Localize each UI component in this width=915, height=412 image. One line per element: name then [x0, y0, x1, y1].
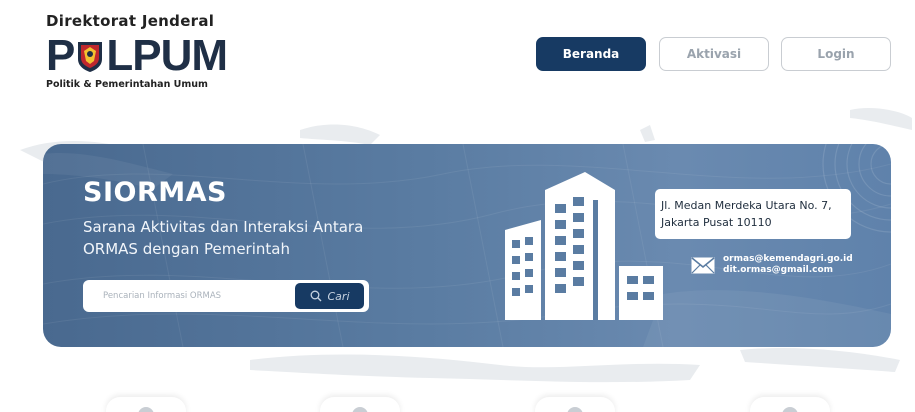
- search-input[interactable]: [83, 281, 283, 311]
- feature-icon: [567, 407, 583, 412]
- hero-banner: SIORMAS Sarana Aktivitas dan Interaksi A…: [43, 144, 891, 347]
- building-icon: [505, 172, 663, 320]
- email-link-1[interactable]: ormas@kemendagri.go.id: [723, 254, 853, 265]
- feature-card[interactable]: [535, 397, 615, 412]
- hero-subtitle: Sarana Aktivitas dan Interaksi Antara OR…: [83, 218, 364, 258]
- feature-card[interactable]: [750, 397, 830, 412]
- feature-icon: [352, 407, 368, 412]
- nav-login-button[interactable]: Login: [781, 37, 891, 71]
- brand-logo[interactable]: Direktorat Jenderal P LPUM Politik & Pem…: [46, 12, 236, 92]
- address-line-2: Jakarta Pusat 10110: [661, 216, 772, 229]
- logo-letters-lpum: LPUM: [106, 31, 228, 80]
- search-icon: [310, 290, 321, 302]
- feature-icon: [138, 407, 154, 412]
- search-button-label: Cari: [327, 289, 350, 303]
- contact-emails: ormas@kemendagri.go.id dit.ormas@gmail.c…: [691, 254, 853, 276]
- feature-card[interactable]: [320, 397, 400, 412]
- logo-subtitle: Politik & Pemerintahan Umum: [46, 79, 208, 90]
- feature-icon: [782, 407, 798, 412]
- email-link-2[interactable]: dit.ormas@gmail.com: [723, 265, 853, 276]
- search-bar: Cari: [83, 280, 369, 312]
- logo-wordmark: P LPUM: [46, 31, 228, 80]
- address-card: Jl. Medan Merdeka Utara No. 7, Jakarta P…: [655, 189, 851, 239]
- hero-title: SIORMAS: [83, 177, 227, 208]
- garuda-emblem-icon: [78, 42, 103, 72]
- nav-aktivasi-button[interactable]: Aktivasi: [659, 37, 769, 71]
- logo-top-text: Direktorat Jenderal: [46, 12, 215, 30]
- mail-icon: [691, 256, 715, 273]
- nav-beranda-button[interactable]: Beranda: [536, 37, 646, 71]
- logo-letter-p: P: [46, 31, 75, 80]
- feature-card[interactable]: [106, 397, 186, 412]
- address-line-1: Jl. Medan Merdeka Utara No. 7,: [661, 199, 832, 212]
- search-button[interactable]: Cari: [295, 283, 364, 309]
